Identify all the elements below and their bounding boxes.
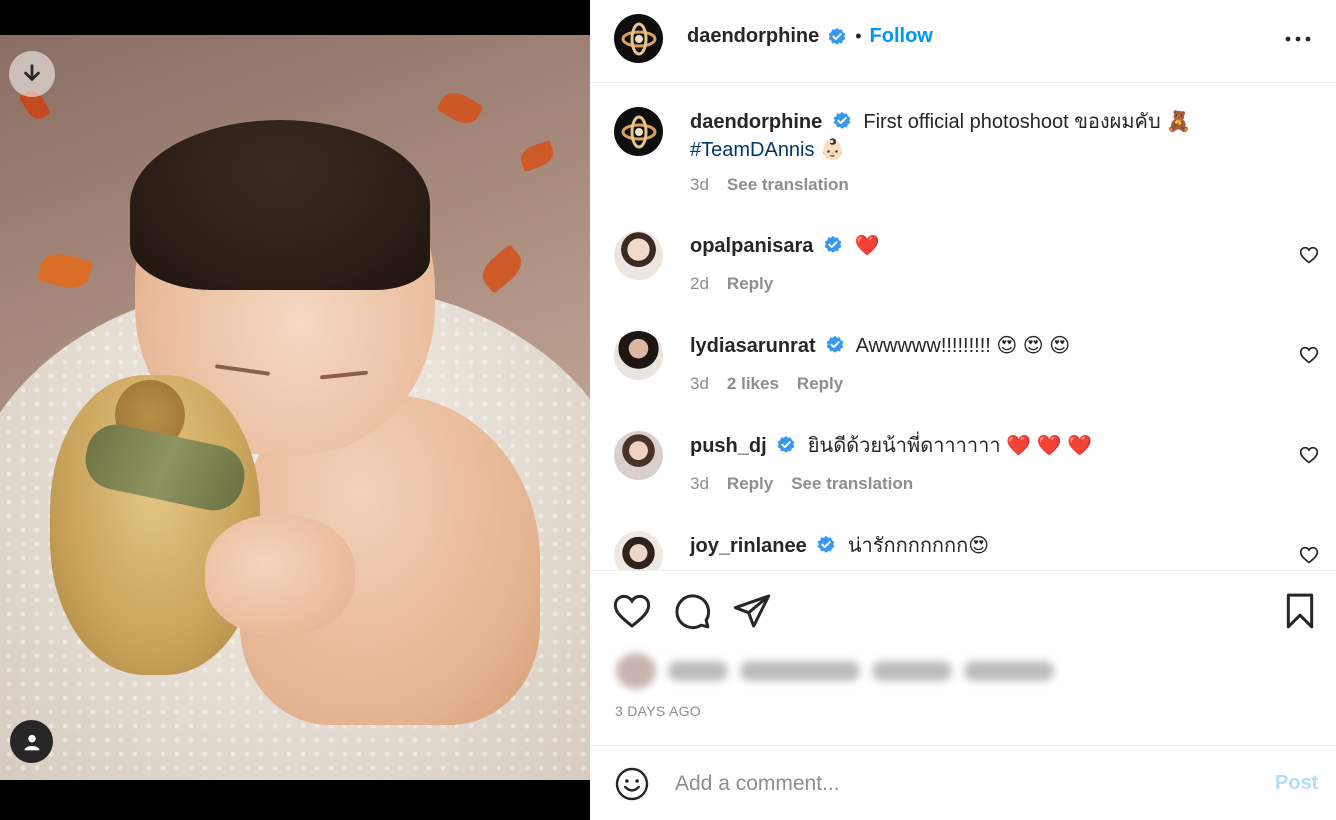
header-user-line: daendorphine • Follow — [687, 25, 933, 48]
comment-username[interactable]: push_dj — [690, 435, 767, 457]
caption-text-line: daendorphine First official photoshoot ข… — [690, 108, 1191, 136]
comment-icon[interactable] — [672, 591, 712, 631]
comment-text: ❤️ — [854, 235, 880, 257]
autumn-leaf — [36, 249, 94, 293]
post-media-panel — [0, 0, 590, 820]
comments-list[interactable]: daendorphine First official photoshoot ข… — [590, 83, 1336, 570]
bookmark-icon[interactable] — [1280, 591, 1320, 631]
follow-button[interactable]: Follow — [870, 25, 933, 48]
post-details-panel: daendorphine • Follow daendorphine First… — [590, 0, 1336, 820]
commenter-avatar[interactable] — [614, 531, 663, 570]
more-horizontal-icon[interactable] — [1284, 27, 1312, 51]
post-timestamp[interactable]: 3 DAYS AGO — [615, 703, 701, 719]
comment-meta: 2d Reply — [690, 274, 773, 294]
baby-hand — [205, 515, 355, 635]
comment-text-line: joy_rinlanee น่ารักกกกกกก😍 — [690, 532, 989, 560]
autumn-leaf — [517, 139, 557, 173]
like-comment-heart-icon[interactable] — [1299, 345, 1319, 365]
comment-text-line: push_dj ยินดีด้วยน้าพี่ดาาาาาา ❤️ ❤️ ❤️ — [690, 432, 1092, 460]
download-arrow-icon — [24, 64, 40, 81]
comment-username[interactable]: lydiasarunrat — [690, 335, 816, 357]
user-tag-icon — [24, 734, 39, 750]
caption-time[interactable]: 3d — [690, 175, 709, 195]
commenter-avatar[interactable] — [614, 231, 663, 280]
author-avatar[interactable] — [614, 14, 663, 63]
verified-badge-icon — [833, 111, 851, 129]
comment-row: opalpanisara ❤️ 2d Reply — [590, 228, 1336, 318]
user-tag-button[interactable] — [10, 720, 53, 763]
see-translation-button[interactable]: See translation — [791, 474, 913, 494]
download-button[interactable] — [9, 51, 55, 97]
comment-row: lydiasarunrat Awwwww!!!!!!!!! 😍 😍 😍 3d 2… — [590, 328, 1336, 418]
verified-badge-icon — [824, 235, 842, 253]
emoji-icon[interactable] — [614, 766, 650, 802]
comment-time[interactable]: 3d — [690, 374, 709, 394]
brand-logo-icon — [621, 115, 656, 148]
share-icon[interactable] — [732, 591, 772, 631]
comment-meta: 3d 2 likes Reply — [690, 374, 843, 394]
caption-meta: 3d See translation — [690, 175, 849, 195]
commenter-avatar[interactable] — [614, 431, 663, 480]
caption-row: daendorphine First official photoshoot ข… — [590, 83, 1336, 203]
comment-meta: 3d Reply See translation — [690, 474, 913, 494]
add-comment-bar: Post — [590, 745, 1336, 820]
comment-input[interactable] — [675, 768, 1235, 800]
autumn-leaf — [476, 244, 528, 294]
caption-hashtag-line: #TeamDAnnis 👶🏻 — [690, 136, 845, 164]
comment-text-line: opalpanisara ❤️ — [690, 232, 879, 260]
liked-by-summary-blurred — [616, 651, 1061, 691]
verified-badge-icon — [826, 335, 844, 353]
header-separator: • — [855, 26, 862, 46]
like-comment-heart-icon[interactable] — [1299, 545, 1319, 565]
commenter-avatar[interactable] — [614, 331, 663, 380]
post-actions: 3 DAYS AGO — [590, 570, 1336, 745]
verified-badge-icon — [777, 435, 795, 453]
post-comment-button[interactable]: Post — [1275, 772, 1318, 795]
brand-logo-icon — [621, 22, 656, 55]
like-comment-heart-icon[interactable] — [1299, 245, 1319, 265]
comment-username[interactable]: joy_rinlanee — [690, 535, 807, 557]
reply-button[interactable]: Reply — [727, 274, 773, 294]
comment-likes-count[interactable]: 2 likes — [727, 374, 779, 394]
author-avatar[interactable] — [614, 107, 663, 156]
caption-username[interactable]: daendorphine — [690, 111, 822, 133]
caption-hashtag[interactable]: #TeamDAnnis 👶🏻 — [690, 139, 845, 161]
comment-username[interactable]: opalpanisara — [690, 235, 813, 257]
verified-badge-icon — [817, 535, 835, 553]
comment-text: Awwwww!!!!!!!!! 😍 😍 😍 — [855, 335, 1071, 357]
comment-time[interactable]: 3d — [690, 474, 709, 494]
comment-time[interactable]: 2d — [690, 274, 709, 294]
comment-row: push_dj ยินดีด้วยน้าพี่ดาาาาาา ❤️ ❤️ ❤️ … — [590, 428, 1336, 518]
post-header: daendorphine • Follow — [590, 0, 1336, 83]
verified-badge-icon — [828, 27, 846, 45]
baby-hair — [130, 120, 430, 290]
comment-text-line: lydiasarunrat Awwwww!!!!!!!!! 😍 😍 😍 — [690, 332, 1070, 360]
like-comment-heart-icon[interactable] — [1299, 445, 1319, 465]
caption-text: First official photoshoot ของผมคับ 🧸 — [863, 111, 1192, 133]
see-translation-button[interactable]: See translation — [727, 175, 849, 195]
comment-text: น่ารักกกกกกก😍 — [847, 535, 990, 557]
liker-avatar — [616, 653, 656, 689]
reply-button[interactable]: Reply — [727, 474, 773, 494]
comment-text: ยินดีด้วยน้าพี่ดาาาาาา ❤️ ❤️ ❤️ — [807, 435, 1092, 457]
comment-row: joy_rinlanee น่ารักกกกกกก😍 — [590, 528, 1336, 570]
heart-icon[interactable] — [612, 591, 652, 631]
post-photo[interactable] — [0, 35, 590, 780]
author-username[interactable]: daendorphine — [687, 25, 819, 48]
autumn-leaf — [436, 86, 484, 130]
reply-button[interactable]: Reply — [797, 374, 843, 394]
